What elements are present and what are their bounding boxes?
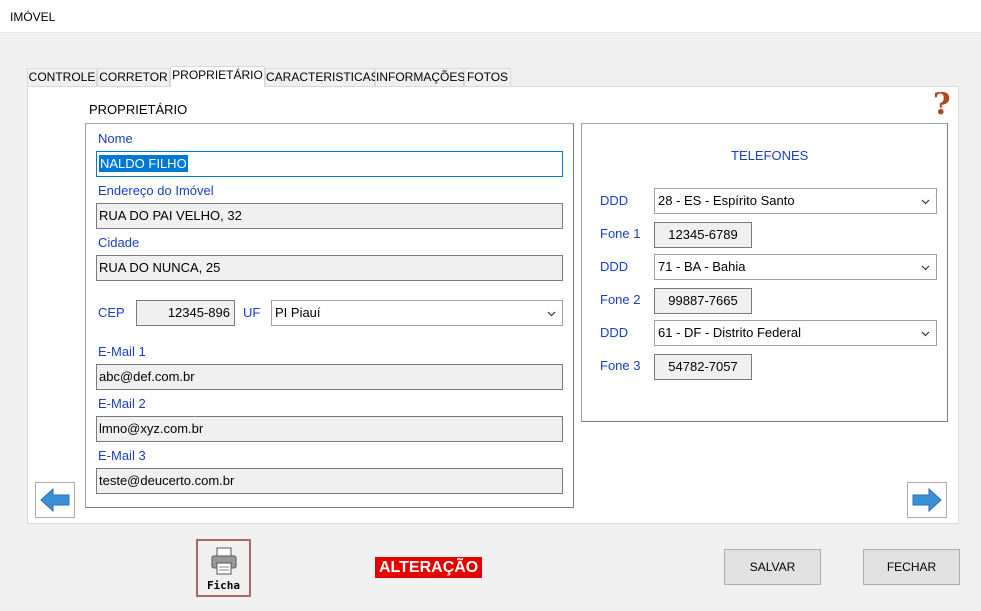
fone1-label: Fone 1 [600,226,641,241]
cep-label: CEP [98,305,125,320]
ddd2-select[interactable]: 71 - BA - Bahia [654,254,937,280]
telefones-title: TELEFONES [731,148,809,163]
tab-controle[interactable]: CONTROLE [27,68,97,87]
nome-value: NALDO FILHO [99,155,188,172]
question-mark-icon[interactable]: ? [933,88,951,122]
window-title: IMÓVEL [10,10,56,24]
uf-select[interactable]: PI Piauí [271,300,563,326]
tab-proprietario[interactable]: PROPRIETÁRIO [170,66,265,87]
arrow-right-icon [912,487,942,513]
ficha-print-button[interactable]: Ficha [196,539,251,597]
save-button[interactable]: SALVAR [724,549,821,585]
title-bar: IMÓVEL [0,0,981,33]
chevron-down-icon [921,331,930,337]
close-button[interactable]: FECHAR [863,549,960,585]
chevron-down-icon [921,265,930,271]
email2-field[interactable]: lmno@xyz.com.br [96,416,563,442]
tab-informacoes[interactable]: INFORMAÇÕES [375,68,465,87]
email2-label: E-Mail 2 [98,396,146,411]
nome-label: Nome [98,131,133,146]
ficha-label: Ficha [206,579,241,592]
ddd3-select[interactable]: 61 - DF - Distrito Federal [654,320,937,346]
ddd1-select[interactable]: 28 - ES - Espírito Santo [654,188,937,214]
status-badge: ALTERAÇÃO [375,557,483,578]
fone2-field[interactable]: 99887-7665 [654,288,752,314]
endereco-field[interactable]: RUA DO PAI VELHO, 32 [96,203,563,229]
ddd1-value: 28 - ES - Espírito Santo [658,193,795,208]
uf-label: UF [243,305,261,320]
chevron-down-icon [547,311,556,317]
email3-field[interactable]: teste@deucerto.com.br [96,468,563,494]
uf-value: PI Piauí [275,305,321,320]
endereco-label: Endereço do Imóvel [98,183,214,198]
previous-button[interactable] [35,482,75,518]
cidade-label: Cidade [98,235,140,250]
tab-caracteristicas[interactable]: CARACTERISTICAS [265,68,379,87]
ddd1-label: DDD [600,193,629,208]
next-button[interactable] [907,482,947,518]
tab-corretor[interactable]: CORRETOR [97,68,170,87]
nome-field[interactable]: NALDO FILHO [96,151,563,177]
fone3-field[interactable]: 54782-7057 [654,354,752,380]
ddd3-value: 61 - DF - Distrito Federal [658,325,802,340]
fone2-label: Fone 2 [600,292,641,307]
tab-fotos[interactable]: FOTOS [464,68,511,87]
chevron-down-icon [921,199,930,205]
arrow-left-icon [40,487,70,513]
ddd3-label: DDD [600,325,629,340]
section-title: PROPRIETÁRIO [89,102,188,117]
ddd2-label: DDD [600,259,629,274]
cidade-field[interactable]: RUA DO NUNCA, 25 [96,255,563,281]
ddd2-value: 71 - BA - Bahia [658,259,746,274]
email1-label: E-Mail 1 [98,344,146,359]
email1-field[interactable]: abc@def.com.br [96,364,563,390]
fone3-label: Fone 3 [600,358,641,373]
fone1-field[interactable]: 12345-6789 [654,222,752,248]
cep-field[interactable]: 12345-896 [136,300,235,326]
email3-label: E-Mail 3 [98,448,146,463]
printer-icon [211,547,237,575]
